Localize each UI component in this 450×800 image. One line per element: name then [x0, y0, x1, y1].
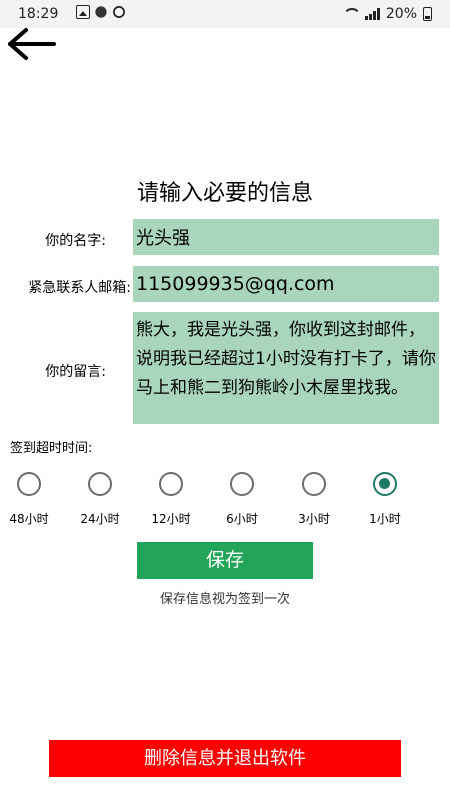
timeout-label: 签到超时时间:	[10, 441, 93, 456]
radio-24h[interactable]: 24小时	[72, 472, 128, 527]
radio-circle	[159, 472, 183, 496]
radio-circle	[302, 472, 326, 496]
delete-and-exit-button[interactable]: 删除信息并退出软件	[49, 740, 401, 777]
signal-icon	[364, 8, 380, 20]
radio-1h[interactable]: 1小时	[357, 472, 413, 527]
message-label: 你的留言:	[45, 364, 106, 380]
status-icons-right: 20%	[342, 6, 432, 22]
radio-3h[interactable]: 3小时	[286, 472, 342, 527]
radio-circle	[17, 472, 41, 496]
save-button[interactable]: 保存	[137, 542, 313, 579]
status-time: 18:29	[18, 6, 59, 22]
radio-label: 3小时	[298, 512, 330, 526]
radio-48h[interactable]: 48小时	[1, 472, 57, 527]
radio-label: 24小时	[80, 512, 120, 526]
name-label: 你的名字:	[45, 233, 106, 249]
save-note: 保存信息视为签到一次	[159, 592, 290, 607]
message-input[interactable]: 熊大，我是光头强，你收到这封邮件，说明我已经超过1小时没有打卡了，请你马上和熊二…	[133, 312, 439, 424]
arrow-left-icon	[8, 28, 56, 60]
radio-label: 48小时	[9, 512, 49, 526]
email-label: 紧急联系人邮箱:	[28, 280, 131, 296]
radio-circle	[373, 472, 397, 496]
radio-label: 12小时	[151, 512, 191, 526]
wifi-icon	[342, 8, 361, 20]
status-bar: 18:29 20%	[0, 0, 450, 28]
timeout-radio-group: 48小时 24小时 12小时 6小时 3小时 1小时	[0, 472, 450, 532]
email-input[interactable]	[133, 266, 439, 302]
status-icons-left	[76, 5, 126, 19]
photo-icon	[76, 5, 90, 19]
radio-circle	[230, 472, 254, 496]
radio-circle	[88, 472, 112, 496]
generic-app-icon	[95, 6, 107, 18]
back-button[interactable]	[4, 26, 58, 62]
radio-12h[interactable]: 12小时	[143, 472, 199, 527]
battery-icon	[423, 7, 432, 21]
watch-icon	[113, 6, 125, 18]
name-input[interactable]	[133, 219, 439, 255]
page-title: 请输入必要的信息	[136, 181, 313, 206]
battery-percent: 20%	[385, 6, 417, 22]
radio-label: 1小时	[369, 512, 401, 526]
radio-6h[interactable]: 6小时	[214, 472, 270, 527]
radio-label: 6小时	[226, 512, 258, 526]
